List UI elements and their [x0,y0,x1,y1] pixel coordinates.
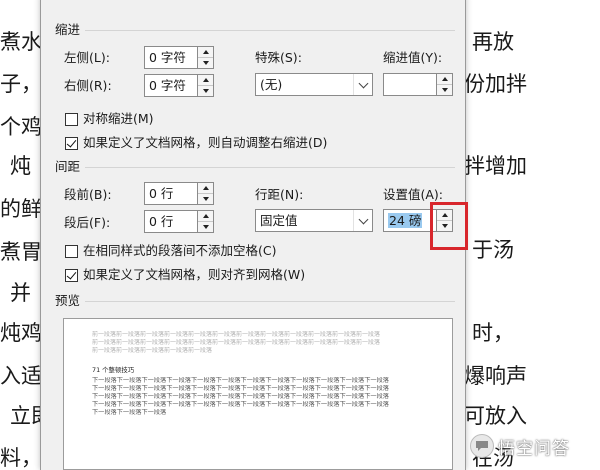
indent-left-label: 左侧(L): [64,50,110,65]
no-space-same-style-checkbox[interactable] [65,245,78,258]
doc-text-right: 可放入 [464,404,527,428]
no-space-same-style-label[interactable]: 在相同样式的段落间不添加空格(C) [83,243,276,259]
special-indent-value: (无) [260,77,283,92]
doc-text-left: 煮水 [0,30,42,54]
indent-left-input[interactable]: 0 字符 [144,46,198,69]
spin-down-icon[interactable] [437,85,452,95]
doc-text-right: 拌增加 [464,154,527,178]
preview-next-paragraph: 下一段落下一段落下一段落下一段落下一段落下一段落下一段落下一段落下一段落下一段落… [92,377,389,384]
spin-down-icon[interactable] [198,58,213,68]
spacing-after-label: 段后(F): [64,215,111,230]
snap-to-grid-checkbox[interactable] [65,269,78,282]
spin-up-icon[interactable] [198,75,213,86]
doc-text-left: 炖 [10,154,31,178]
chat-bubble-icon [470,434,494,458]
spacing-after-input[interactable]: 0 行 [144,210,198,233]
set-value-input[interactable]: 24 磅 [383,209,437,232]
auto-adjust-checkbox[interactable] [65,137,78,150]
set-value-label: 设置值(A): [383,187,444,202]
indent-right-spinner[interactable] [197,74,214,97]
doc-text-left: 煮胃 [0,240,42,264]
doc-text-left: 并 [10,281,31,305]
spacing-before-input[interactable]: 0 行 [144,182,198,205]
auto-adjust-label[interactable]: 如果定义了文档网格，则自动调整右缩进(D) [83,135,327,151]
spacing-section-title: 间距 [55,159,81,174]
section-divider [85,167,455,168]
preview-sample-text: 71 个整顿技巧 [92,366,135,374]
indent-right-input[interactable]: 0 字符 [144,74,198,97]
doc-text-left: 入适 [0,364,42,388]
doc-text-left: 子， [0,72,42,96]
indent-value-input[interactable] [383,73,437,96]
spin-down-icon[interactable] [198,222,213,232]
preview-next-paragraph: 下一段落下一段落下一段落下一段落下一段落下一段落下一段落下一段落下一段落下一段落… [92,385,389,392]
doc-text-right: 份加拌 [464,72,527,96]
preview-next-paragraph: 下一段落下一段落下一段落下一段落下一段落下一段落下一段落下一段落下一段落下一段落… [92,393,389,400]
doc-text-right: 爆响声 [464,364,527,388]
doc-text-left: 炖鸡 [0,321,42,345]
line-spacing-select[interactable]: 固定值 [255,209,373,232]
indent-section-title: 缩进 [55,22,81,37]
doc-text-left: 料， [0,446,42,470]
preview-prev-paragraph: 前一段落前一段落前一段落前一段落前一段落前一段落前一段落前一段落前一段落前一段落… [92,339,381,346]
doc-text-right: 于汤 [472,238,514,262]
spin-up-icon[interactable] [198,183,213,194]
set-value-selected-text: 24 磅 [388,213,423,228]
preview-next-paragraph: 下一段落下一段落下一段落下一段落下一段落下一段落下一段落下一段落下一段落下一段落… [92,401,389,408]
paragraph-preview: 前一段落前一段落前一段落前一段落前一段落前一段落前一段落前一段落前一段落前一段落… [63,318,453,470]
indent-value-label: 缩进值(Y): [383,50,443,65]
annotation-highlight-box [430,202,468,250]
doc-text-left: 个鸡 [0,115,42,139]
chevron-down-icon[interactable] [353,210,372,231]
doc-text-left: 的鲜 [0,197,42,221]
mirror-indent-checkbox[interactable] [65,113,78,126]
indent-value-spinner[interactable] [436,73,453,96]
preview-prev-paragraph: 前一段落前一段落前一段落前一段落前一段落前一段落前一段落前一段落前一段落前一段落… [92,331,381,338]
spin-down-icon[interactable] [198,86,213,96]
spacing-after-spinner[interactable] [197,210,214,233]
chevron-down-icon[interactable] [353,74,372,95]
snap-to-grid-label[interactable]: 如果定义了文档网格，则对齐到网格(W) [83,267,305,283]
spacing-before-spinner[interactable] [197,182,214,205]
special-indent-select[interactable]: (无) [255,73,373,96]
preview-section-title: 预览 [55,293,81,308]
indent-right-label: 右侧(R): [64,78,112,93]
spin-up-icon[interactable] [198,47,213,58]
doc-text-right: 时， [472,321,514,345]
spin-up-icon[interactable] [437,74,452,85]
section-divider [85,30,455,31]
line-spacing-label: 行距(N): [255,187,304,202]
indent-left-spinner[interactable] [197,46,214,69]
watermark: 悟空问答 [470,432,570,460]
preview-prev-paragraph: 前一段落前一段落前一段落前一段落前一段落 [92,347,213,354]
mirror-indent-label[interactable]: 对称缩进(M) [83,111,154,127]
spacing-before-label: 段前(B): [64,187,112,202]
spin-down-icon[interactable] [198,194,213,204]
spin-up-icon[interactable] [198,211,213,222]
line-spacing-value: 固定值 [260,213,298,228]
special-indent-label: 特殊(S): [255,50,302,65]
watermark-text: 悟空问答 [498,438,570,459]
preview-next-paragraph: 下一段落下一段落下一段落 [92,409,167,416]
section-divider [85,301,455,302]
doc-text-right: 再放 [472,30,514,54]
